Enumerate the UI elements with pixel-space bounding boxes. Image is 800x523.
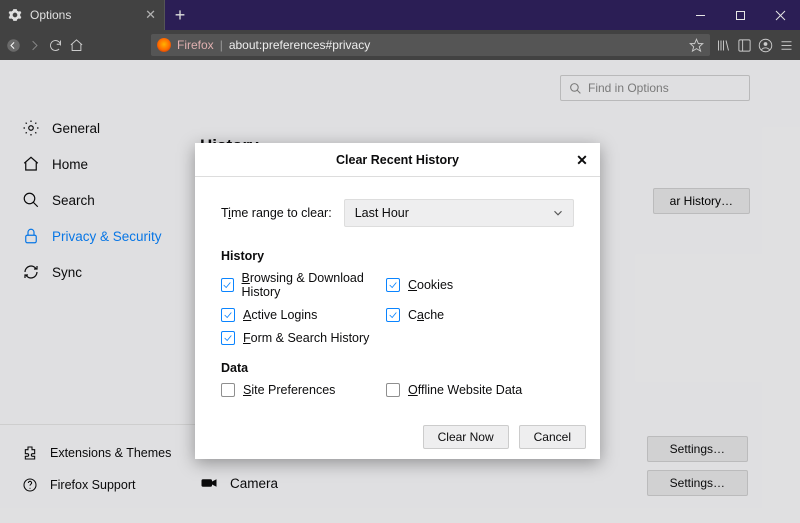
data-checkboxes: Site PreferencesOffline Website Data bbox=[221, 383, 574, 397]
checkbox[interactable] bbox=[386, 308, 400, 322]
history-check-2[interactable]: Active Logins bbox=[221, 308, 386, 322]
titlebar: Options ✕ + bbox=[0, 0, 800, 30]
checkbox[interactable] bbox=[221, 331, 235, 345]
forward-icon[interactable] bbox=[27, 38, 42, 53]
reload-icon[interactable] bbox=[48, 38, 63, 53]
url-text: about:preferences#privacy bbox=[229, 38, 370, 52]
back-icon[interactable] bbox=[6, 38, 21, 53]
checkbox[interactable] bbox=[386, 278, 400, 292]
history-check-3[interactable]: Cache bbox=[386, 308, 574, 322]
home-icon[interactable] bbox=[69, 38, 84, 53]
gear-icon bbox=[8, 8, 22, 22]
dialog-close-icon[interactable]: ✕ bbox=[572, 150, 592, 170]
checkbox[interactable] bbox=[221, 278, 234, 292]
cancel-button[interactable]: Cancel bbox=[519, 425, 586, 449]
sidebars-icon[interactable] bbox=[737, 38, 752, 53]
clear-now-button[interactable]: Clear Now bbox=[423, 425, 509, 449]
brand-label: Firefox bbox=[177, 38, 214, 52]
checkbox[interactable] bbox=[221, 308, 235, 322]
browser-tab[interactable]: Options ✕ bbox=[0, 0, 165, 30]
library-icon[interactable] bbox=[716, 38, 731, 53]
time-range-label: Time range to clear: bbox=[221, 206, 332, 220]
data-check-1[interactable]: Offline Website Data bbox=[386, 383, 574, 397]
history-checkboxes: Browsing & Download HistoryCookiesActive… bbox=[221, 271, 574, 345]
new-tab-button[interactable]: + bbox=[165, 0, 195, 30]
app-menu-icon[interactable] bbox=[779, 38, 794, 53]
history-group-title: History bbox=[221, 249, 574, 263]
history-check-1[interactable]: Cookies bbox=[386, 271, 574, 299]
data-check-0[interactable]: Site Preferences bbox=[221, 383, 386, 397]
dialog-title: Clear Recent History ✕ bbox=[195, 143, 600, 177]
navigation-toolbar: Firefox | about:preferences#privacy bbox=[0, 30, 800, 60]
checkbox[interactable] bbox=[386, 383, 400, 397]
clear-history-dialog: Clear Recent History ✕ Time range to cle… bbox=[195, 143, 600, 459]
checkbox[interactable] bbox=[221, 383, 235, 397]
window-close[interactable] bbox=[760, 0, 800, 30]
tab-title: Options bbox=[30, 8, 71, 22]
account-icon[interactable] bbox=[758, 38, 773, 53]
window-maximize[interactable] bbox=[720, 0, 760, 30]
history-check-4[interactable]: Form & Search History bbox=[221, 331, 386, 345]
chevron-down-icon bbox=[551, 206, 565, 220]
time-range-select[interactable]: Last Hour bbox=[344, 199, 574, 227]
url-bar[interactable]: Firefox | about:preferences#privacy bbox=[151, 34, 710, 56]
window-minimize[interactable] bbox=[680, 0, 720, 30]
close-tab-icon[interactable]: ✕ bbox=[145, 7, 156, 23]
firefox-logo-icon bbox=[157, 38, 171, 52]
history-check-0[interactable]: Browsing & Download History bbox=[221, 271, 386, 299]
data-group-title: Data bbox=[221, 361, 574, 375]
content: General Home Search Privacy & Security S… bbox=[0, 60, 800, 523]
bookmark-star-icon[interactable] bbox=[689, 38, 704, 53]
